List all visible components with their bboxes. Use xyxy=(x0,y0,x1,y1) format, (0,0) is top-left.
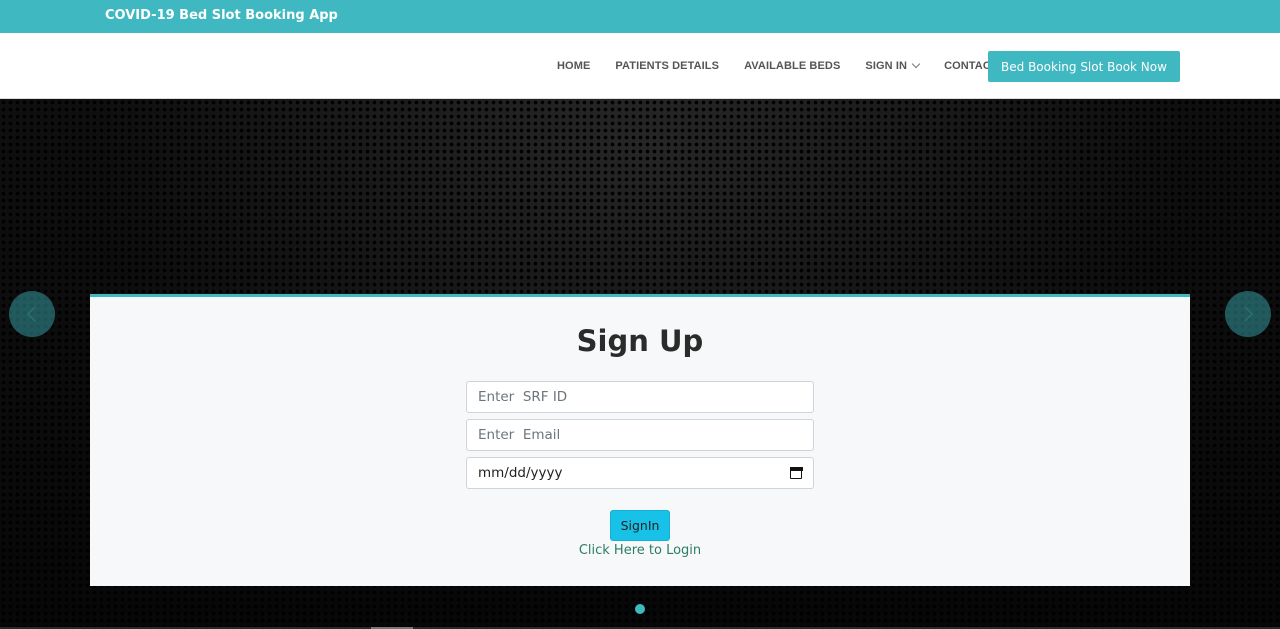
nav-sign-in-label: SIGN IN xyxy=(865,60,908,72)
signup-card: Sign Up mm/dd/yyyy SignIn Click Here to … xyxy=(90,294,1190,586)
app-title: COVID-19 Bed Slot Booking App xyxy=(105,8,338,23)
calendar-icon[interactable] xyxy=(789,466,803,479)
nav-home[interactable]: HOME xyxy=(557,60,590,72)
date-value: mm/dd/yyyy xyxy=(478,465,563,481)
chevron-right-icon xyxy=(1244,306,1254,322)
nav-available-beds[interactable]: AVAILABLE BEDS xyxy=(744,60,840,72)
navbar: HOME PATIENTS DETAILS AVAILABLE BEDS SIG… xyxy=(0,33,1280,99)
top-bar: COVID-19 Bed Slot Booking App xyxy=(0,0,1280,33)
nav-patients-details[interactable]: PATIENTS DETAILS xyxy=(615,60,719,72)
srf-id-input[interactable] xyxy=(466,381,814,413)
signin-button[interactable]: SignIn xyxy=(610,510,670,541)
carousel-indicator[interactable] xyxy=(635,604,645,614)
book-now-button[interactable]: Bed Booking Slot Book Now xyxy=(988,51,1180,82)
carousel-prev-button[interactable] xyxy=(9,291,55,337)
date-input[interactable]: mm/dd/yyyy xyxy=(466,457,814,489)
signup-title: Sign Up xyxy=(576,324,704,358)
carousel-next-button[interactable] xyxy=(1225,291,1271,337)
chevron-left-icon xyxy=(26,306,36,322)
chevron-down-icon xyxy=(911,59,921,69)
email-input[interactable] xyxy=(466,419,814,451)
nav-sign-in-dropdown[interactable]: SIGN IN xyxy=(865,59,921,72)
nav-links: HOME PATIENTS DETAILS AVAILABLE BEDS SIG… xyxy=(545,33,1023,99)
login-link[interactable]: Click Here to Login xyxy=(90,543,1190,558)
